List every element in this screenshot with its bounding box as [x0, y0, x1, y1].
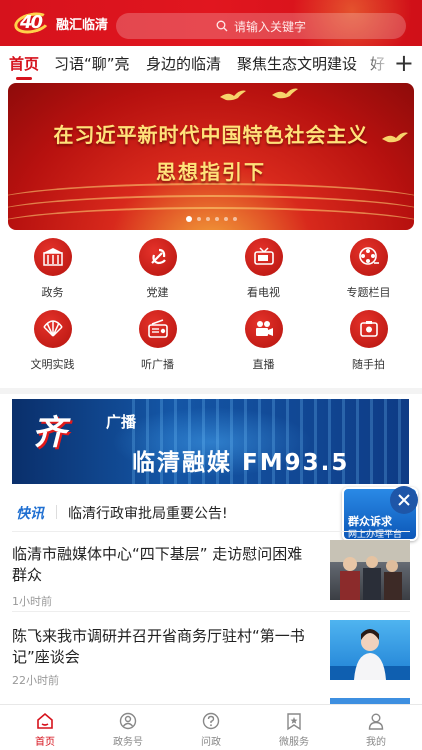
dove-icon — [272, 88, 298, 99]
news-thumbnail[interactable] — [330, 620, 410, 680]
feature-grid: 政务 党建 看电视 专题栏目 文明实践 听广播 直播 随手拍 — [0, 236, 422, 386]
film-reel-icon — [349, 238, 388, 276]
plus-icon[interactable]: + — [394, 50, 414, 76]
grid-item-party[interactable]: 党建 — [105, 238, 210, 308]
floating-ad-subtitle: 网上办理平台 — [348, 530, 403, 540]
nav-gov-account[interactable]: 政务号 — [86, 711, 170, 748]
grid-label: 随手拍 — [352, 358, 385, 371]
grid-label: 看电视 — [247, 286, 280, 299]
carousel-dot[interactable] — [214, 217, 219, 221]
banner-subheadline: 思想指引下 — [156, 160, 266, 184]
grid-label: 直播 — [252, 358, 275, 371]
bottom-navigation: 首页 政务号 问政 微服务 我的 — [0, 704, 422, 750]
search-placeholder: 请输入关键字 — [233, 19, 306, 34]
news-item[interactable]: 临清市融媒体中心“四下基层” 走访慰问困难群众 1小时前 — [0, 540, 422, 630]
close-icon[interactable] — [390, 486, 418, 514]
app-header: 40 融汇临清 请输入关键字 — [0, 0, 422, 46]
nav-inquiry[interactable]: 问政 — [169, 711, 253, 748]
carousel-dot[interactable] — [196, 217, 201, 221]
user-icon — [368, 713, 384, 730]
nav-label: 首页 — [35, 737, 55, 748]
badge-icon — [119, 712, 137, 730]
active-tab-indicator — [16, 77, 32, 80]
flash-news-text[interactable]: 临清行政审批局重要公告! — [68, 503, 228, 523]
question-icon — [202, 712, 220, 730]
grid-item-radio[interactable]: 听广播 — [105, 310, 210, 380]
nav-label: 问政 — [201, 737, 221, 748]
carousel-dot[interactable] — [232, 217, 237, 221]
grid-label: 党建 — [146, 286, 169, 299]
nav-micro-service[interactable]: 微服务 — [252, 711, 336, 748]
radio-kind-label: 广播 — [106, 413, 137, 431]
grid-label: 听广播 — [141, 358, 174, 371]
radio-station-logo: 齐 — [32, 413, 66, 453]
home-icon — [37, 712, 53, 729]
tab-xiyu[interactable]: 习语“聊”亮 — [54, 53, 130, 74]
dove-icon — [220, 90, 246, 101]
app-logo[interactable]: 40 融汇临清 — [12, 9, 109, 37]
section-divider — [0, 388, 422, 394]
carousel-indicator — [8, 216, 414, 222]
carousel-dot[interactable] — [223, 217, 228, 221]
news-title[interactable]: 临清市融媒体中心“四下基层” 走访慰问困难群众 — [12, 544, 312, 586]
news-thumbnail[interactable] — [330, 540, 410, 600]
tab-home[interactable]: 首页 — [9, 53, 39, 74]
separator — [12, 611, 410, 612]
video-camera-icon — [244, 310, 283, 348]
phone-camera-icon — [349, 310, 388, 348]
nav-home[interactable]: 首页 — [3, 711, 87, 748]
grid-label: 专题栏目 — [346, 286, 391, 299]
star-bookmark-icon — [287, 713, 301, 731]
news-title[interactable]: 陈飞来我市调研并召开省商务厅驻村“第一书记”座谈会 — [12, 626, 312, 668]
tab-ecology[interactable]: 聚焦生态文明建设 — [237, 53, 357, 74]
government-building-icon — [33, 238, 72, 276]
radio-banner-title: 临清融媒 FM93.5 — [132, 450, 350, 476]
grid-label: 文明实践 — [30, 358, 75, 371]
carousel-dot[interactable] — [185, 216, 192, 222]
nav-profile[interactable]: 我的 — [334, 711, 418, 748]
grid-item-tv[interactable]: 看电视 — [211, 238, 316, 308]
nav-label: 政务号 — [113, 737, 143, 748]
radio-icon — [138, 310, 177, 348]
grid-item-government[interactable]: 政务 — [0, 238, 105, 308]
radio-banner[interactable]: 齐 广播 临清融媒 FM93.5 — [12, 399, 409, 484]
fan-icon — [33, 310, 72, 348]
grid-item-live[interactable]: 直播 — [211, 310, 316, 380]
flash-tag: 快讯 — [16, 506, 44, 522]
tv-icon — [244, 238, 283, 276]
news-time: 1小时前 — [12, 595, 52, 608]
tab-local-linqing[interactable]: 身边的临清 — [146, 53, 221, 74]
hero-banner[interactable]: 在习近平新时代中国特色社会主义 思想指引下 — [8, 83, 414, 230]
logo-mark-icon: 40 — [12, 9, 54, 37]
logo-text: 融汇临清 — [56, 17, 109, 33]
party-emblem-icon — [138, 238, 177, 276]
separator — [12, 531, 410, 532]
search-icon — [216, 20, 228, 32]
nav-label: 微服务 — [279, 737, 309, 748]
carousel-dot[interactable] — [205, 217, 210, 221]
search-bar[interactable]: 请输入关键字 — [116, 13, 406, 39]
banner-headline: 在习近平新时代中国特色社会主义 — [53, 123, 369, 147]
grid-label: 政务 — [41, 286, 64, 299]
channel-tabs: 首页 习语“聊”亮 身边的临清 聚焦生态文明建设 好 + — [0, 46, 422, 82]
logo-number: 40 — [20, 12, 43, 33]
grid-item-civilization[interactable]: 文明实践 — [0, 310, 105, 380]
grid-item-topics[interactable]: 专题栏目 — [316, 238, 421, 308]
nav-label: 我的 — [366, 737, 386, 748]
news-time: 22小时前 — [12, 674, 59, 687]
grid-item-snapshot[interactable]: 随手拍 — [316, 310, 421, 380]
